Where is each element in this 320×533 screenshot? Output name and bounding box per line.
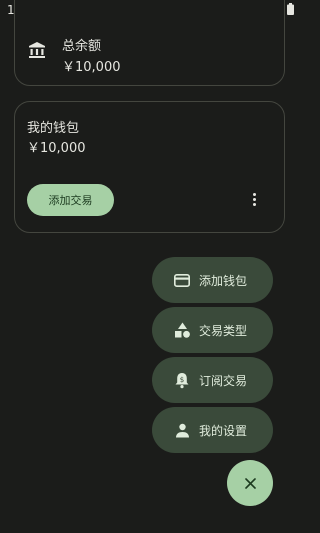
wallet-name: 我的钱包 <box>27 121 80 136</box>
fab-transaction-types-label: 交易类型 <box>199 323 248 338</box>
close-icon <box>244 477 256 489</box>
fab-add-wallet[interactable]: 添加钱包 <box>152 257 273 303</box>
fab-my-settings-label: 我的设置 <box>199 423 248 438</box>
wallet-icon <box>173 271 191 289</box>
shapes-icon <box>173 321 191 339</box>
fab-add-wallet-label: 添加钱包 <box>199 273 248 288</box>
bell-dollar-icon: $ <box>173 371 191 389</box>
wallet-card[interactable]: 我的钱包 ￥10,000 添加交易 <box>14 101 285 233</box>
person-icon <box>173 421 191 439</box>
bank-icon <box>29 42 45 58</box>
fab-my-settings[interactable]: 我的设置 <box>152 407 273 453</box>
battery-icon <box>287 3 294 15</box>
total-balance-card: 总余额 ￥10,000 <box>14 0 285 86</box>
fab-subscription-transactions[interactable]: $ 订阅交易 <box>152 357 273 403</box>
svg-text:$: $ <box>180 376 184 384</box>
fab-close-button[interactable] <box>227 460 273 506</box>
total-balance-value: ￥10,000 <box>62 60 121 75</box>
more-vert-icon[interactable] <box>251 193 257 209</box>
total-balance-label: 总余额 <box>62 39 102 54</box>
fab-subscription-transactions-label: 订阅交易 <box>199 373 248 388</box>
wallet-balance: ￥10,000 <box>27 141 86 156</box>
fab-transaction-types[interactable]: 交易类型 <box>152 307 273 353</box>
add-transaction-button[interactable]: 添加交易 <box>27 184 114 216</box>
